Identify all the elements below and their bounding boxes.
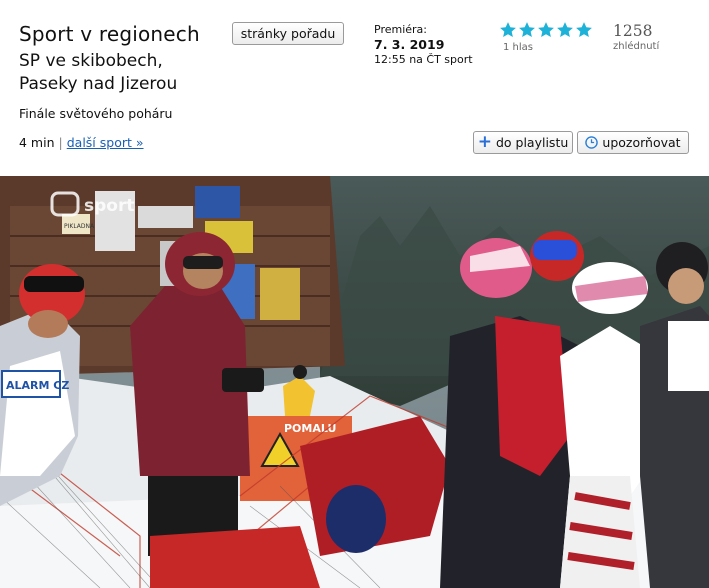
rating-votes: 1 hlas bbox=[503, 42, 533, 53]
star-icon[interactable] bbox=[575, 21, 593, 39]
episode-title: SP ve skibobech, Paseky nad Jizerou bbox=[19, 50, 239, 96]
episode-subtitle: Finále světového poháru bbox=[19, 106, 173, 121]
show-page-button[interactable]: stránky pořadu bbox=[232, 22, 344, 45]
premiere-label: Premiéra: bbox=[374, 23, 427, 36]
clock-icon bbox=[585, 136, 599, 149]
episode-title-line1: SP ve skibobech, bbox=[19, 51, 163, 71]
episode-meta: 4 min | další sport » bbox=[19, 135, 144, 150]
rating-stars[interactable] bbox=[499, 21, 593, 39]
more-sport-link[interactable]: další sport » bbox=[67, 135, 144, 150]
notify-button[interactable]: upozorňovat bbox=[577, 131, 689, 154]
separator: | bbox=[58, 135, 63, 150]
add-to-playlist-button[interactable]: + do playlistu bbox=[473, 131, 573, 154]
notify-label: upozorňovat bbox=[602, 135, 681, 150]
program-header: Sport v regionech stránky pořadu SP ve s… bbox=[0, 0, 709, 176]
view-count-label: zhlédnutí bbox=[613, 41, 660, 52]
view-count-number: 1258 bbox=[613, 22, 653, 40]
video-frame: PIKLADNA sport POMALU ALARM CZ bbox=[0, 176, 709, 588]
sign-text: PIKLADNA bbox=[64, 223, 95, 230]
show-title[interactable]: Sport v regionech bbox=[19, 22, 200, 46]
channel-logo-text: sport bbox=[84, 196, 134, 216]
bib-text: ALARM CZ bbox=[6, 379, 69, 392]
duration: 4 min bbox=[19, 135, 55, 150]
premiere-info: Premiéra: 7. 3. 2019 12:55 na ČT sport bbox=[374, 22, 473, 67]
view-count: 1258 zhlédnutí bbox=[613, 22, 659, 52]
video-player[interactable]: PIKLADNA sport POMALU ALARM CZ bbox=[0, 176, 709, 588]
premiere-date: 7. 3. 2019 bbox=[374, 37, 445, 52]
add-to-playlist-label: do playlistu bbox=[495, 135, 569, 150]
rating: 1 hlas bbox=[499, 21, 593, 53]
star-icon[interactable] bbox=[499, 21, 517, 39]
star-icon[interactable] bbox=[518, 21, 536, 39]
premiere-time-channel: 12:55 na ČT sport bbox=[374, 53, 473, 66]
star-icon[interactable] bbox=[537, 21, 555, 39]
episode-title-line2: Paseky nad Jizerou bbox=[19, 74, 178, 94]
plus-icon: + bbox=[477, 132, 492, 152]
star-icon[interactable] bbox=[556, 21, 574, 39]
